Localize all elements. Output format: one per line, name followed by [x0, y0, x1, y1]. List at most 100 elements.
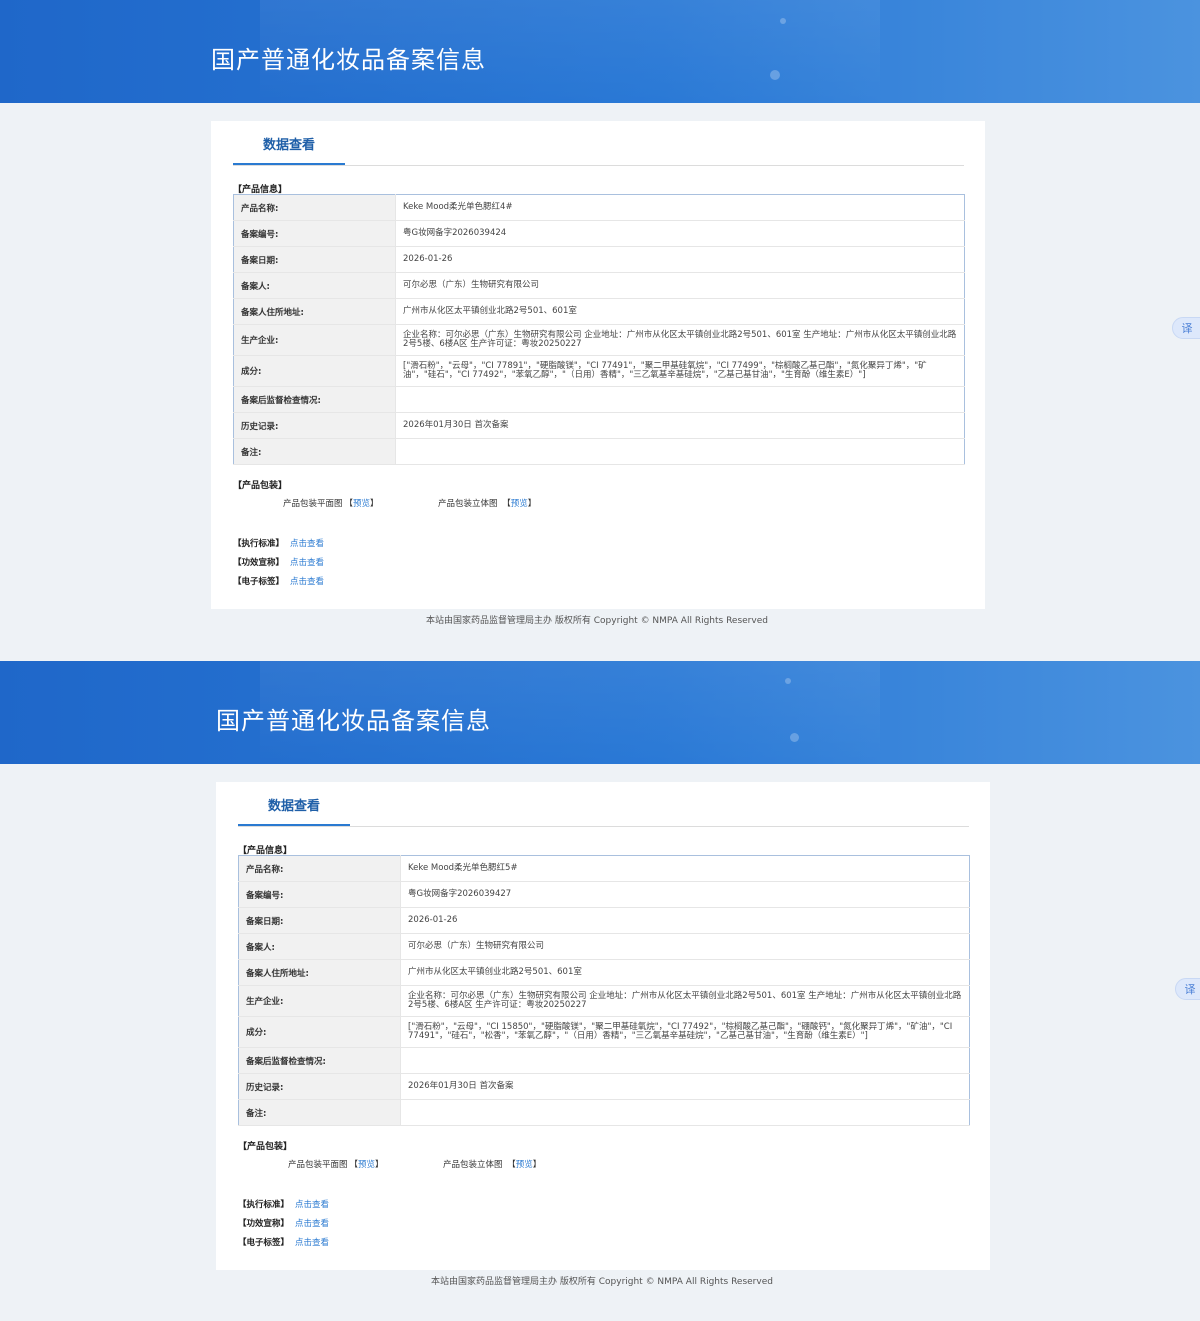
- standard-view-link[interactable]: 点击查看: [295, 1200, 329, 1210]
- efficacy-view-link[interactable]: 点击查看: [295, 1219, 329, 1229]
- standard-row: 【执行标准】 点击查看: [238, 1196, 329, 1215]
- header-banner: 国产普通化妆品备案信息: [0, 661, 1200, 764]
- table-row: 产品名称: Keke Mood柔光单色腮红5#: [238, 855, 970, 882]
- row-label: 产品名称:: [238, 855, 401, 882]
- bracket-right: 】: [532, 1160, 542, 1170]
- row-label: 备案日期:: [238, 907, 401, 934]
- packaging-heading: 【产品包装】: [233, 481, 288, 491]
- table-row: 成分: ["滑石粉"，"云母"，"CI 77891"，"硬脂酸镁"，"CI 774…: [233, 355, 965, 387]
- row-value: Keke Mood柔光单色腮红5#: [400, 855, 970, 882]
- elabel-label: 【电子标签】: [233, 577, 285, 587]
- row-label: 备案人:: [233, 272, 396, 299]
- decor-dot: [770, 70, 780, 80]
- pkg-3d-preview-link[interactable]: 预览: [516, 1160, 533, 1170]
- row-value: ["滑石粉"，"云母"，"CI 15850"，"硬脂酸镁"，"聚二甲基硅氧烷"，…: [400, 1016, 970, 1048]
- row-value: 粤G妆网备字2026039427: [400, 881, 970, 908]
- page-title: 国产普通化妆品备案信息: [211, 46, 486, 74]
- tab-bar: 数据查看: [233, 121, 964, 166]
- row-label: 备案后监督检查情况:: [238, 1047, 401, 1074]
- pkg-flat-preview-link[interactable]: 预览: [358, 1160, 375, 1170]
- elabel-row: 【电子标签】 点击查看: [238, 1234, 329, 1253]
- pkg-flat-item: 产品包装平面图 【预览】: [288, 1158, 384, 1170]
- tab-data-view[interactable]: 数据查看: [238, 782, 350, 826]
- footer-copyright: 本站由国家药品监督管理局主办 版权所有 Copyright © NMPA All…: [426, 616, 768, 626]
- row-label: 备案人:: [238, 933, 401, 960]
- row-label: 备案人住所地址:: [233, 298, 396, 325]
- pkg-3d-label: 产品包装立体图: [443, 1160, 503, 1170]
- packaging-heading: 【产品包装】: [238, 1142, 293, 1152]
- row-label: 备案人住所地址:: [238, 959, 401, 986]
- table-row: 备案人: 可尔必思（广东）生物研究有限公司: [233, 272, 965, 299]
- table-row: 备案日期: 2026-01-26: [238, 907, 970, 934]
- tab-data-view[interactable]: 数据查看: [233, 121, 345, 165]
- table-row: 成分: ["滑石粉"，"云母"，"CI 15850"，"硬脂酸镁"，"聚二甲基硅氧…: [238, 1016, 970, 1048]
- row-label: 备案编号:: [233, 220, 396, 247]
- row-value: 广州市从化区太平镇创业北路2号501、601室: [400, 959, 970, 986]
- table-row: 备案编号: 粤G妆网备字2026039427: [238, 881, 970, 908]
- table-row: 备案后监督检查情况:: [233, 386, 965, 413]
- table-row: 历史记录: 2026年01月30日 首次备案: [238, 1073, 970, 1100]
- table-row: 生产企业: 企业名称：可尔必思（广东）生物研究有限公司 企业地址：广州市从化区太平…: [238, 985, 970, 1017]
- efficacy-view-link[interactable]: 点击查看: [290, 558, 324, 568]
- efficacy-label: 【功效宣称】: [238, 1219, 290, 1229]
- pkg-flat-label: 产品包装平面图: [283, 499, 343, 509]
- product-info-table: 产品名称: Keke Mood柔光单色腮红4# 备案编号: 粤G妆网备字202603…: [233, 194, 965, 465]
- row-value: 企业名称：可尔必思（广东）生物研究有限公司 企业地址：广州市从化区太平镇创业北路…: [400, 985, 970, 1017]
- pkg-flat-label: 产品包装平面图: [288, 1160, 348, 1170]
- row-value: 广州市从化区太平镇创业北路2号501、601室: [395, 298, 965, 325]
- content-card: 数据查看 【产品信息】 产品名称: Keke Mood柔光单色腮红5# 备案编号:…: [216, 782, 990, 1270]
- elabel-view-link[interactable]: 点击查看: [295, 1238, 329, 1248]
- bracket-left: 【: [349, 1160, 359, 1170]
- content-card: 数据查看 【产品信息】 产品名称: Keke Mood柔光单色腮红4# 备案编号:…: [211, 121, 985, 609]
- decor-dot: [780, 18, 786, 24]
- row-value: 2026-01-26: [400, 907, 970, 934]
- pkg-flat-preview-link[interactable]: 预览: [353, 499, 370, 509]
- table-row: 备案人住所地址: 广州市从化区太平镇创业北路2号501、601室: [233, 298, 965, 325]
- standard-label: 【执行标准】: [233, 539, 285, 549]
- table-row: 备注:: [233, 438, 965, 465]
- bracket-right: 】: [527, 499, 537, 509]
- row-label: 生产企业:: [238, 985, 401, 1017]
- table-row: 备注:: [238, 1099, 970, 1126]
- table-row: 备案编号: 粤G妆网备字2026039424: [233, 220, 965, 247]
- row-value: 可尔必思（广东）生物研究有限公司: [395, 272, 965, 299]
- efficacy-label: 【功效宣称】: [233, 558, 285, 568]
- translate-button[interactable]: 译: [1172, 317, 1200, 339]
- table-row: 历史记录: 2026年01月30日 首次备案: [233, 412, 965, 439]
- standard-view-link[interactable]: 点击查看: [290, 539, 324, 549]
- row-label: 生产企业:: [233, 324, 396, 356]
- pkg-3d-preview-link[interactable]: 预览: [511, 499, 528, 509]
- pkg-flat-item: 产品包装平面图 【预览】: [283, 497, 379, 509]
- row-value: 2026-01-26: [395, 246, 965, 273]
- row-value: [400, 1099, 970, 1126]
- elabel-row: 【电子标签】 点击查看: [233, 573, 324, 592]
- table-row: 备案日期: 2026-01-26: [233, 246, 965, 273]
- bracket-right: 】: [375, 1160, 384, 1170]
- bracket-left: 【: [502, 499, 511, 509]
- row-label: 备案后监督检查情况:: [233, 386, 396, 413]
- elabel-view-link[interactable]: 点击查看: [290, 577, 324, 587]
- page-title: 国产普通化妆品备案信息: [216, 707, 491, 735]
- row-label: 备注:: [238, 1099, 401, 1126]
- extra-links: 【执行标准】 点击查看 【功效宣称】 点击查看 【电子标签】 点击查看: [233, 535, 324, 592]
- footer-copyright: 本站由国家药品监督管理局主办 版权所有 Copyright © NMPA All…: [431, 1277, 773, 1287]
- row-label: 成分:: [238, 1016, 401, 1048]
- product-info-table: 产品名称: Keke Mood柔光单色腮红5# 备案编号: 粤G妆网备字202603…: [238, 855, 970, 1126]
- row-label: 历史记录:: [233, 412, 396, 439]
- efficacy-row: 【功效宣称】 点击查看: [233, 554, 324, 573]
- table-row: 备案人: 可尔必思（广东）生物研究有限公司: [238, 933, 970, 960]
- row-value: [395, 438, 965, 465]
- efficacy-row: 【功效宣称】 点击查看: [238, 1215, 329, 1234]
- screenshot-page-2: 国产普通化妆品备案信息 数据查看 【产品信息】 产品名称: Keke Mood柔光…: [0, 661, 1200, 1321]
- table-row: 产品名称: Keke Mood柔光单色腮红4#: [233, 194, 965, 221]
- row-value: 2026年01月30日 首次备案: [400, 1073, 970, 1100]
- translate-button[interactable]: 译: [1175, 978, 1200, 1000]
- tab-bar: 数据查看: [238, 782, 969, 827]
- table-row: 备案后监督检查情况:: [238, 1047, 970, 1074]
- row-value: 粤G妆网备字2026039424: [395, 220, 965, 247]
- table-row: 生产企业: 企业名称：可尔必思（广东）生物研究有限公司 企业地址：广州市从化区太平…: [233, 324, 965, 356]
- row-value: [400, 1047, 970, 1074]
- screenshot-page-1: 国产普通化妆品备案信息 数据查看 【产品信息】 产品名称: Keke Mood柔光…: [0, 0, 1200, 660]
- decor-dot: [785, 678, 791, 684]
- pkg-3d-label: 产品包装立体图: [438, 499, 498, 509]
